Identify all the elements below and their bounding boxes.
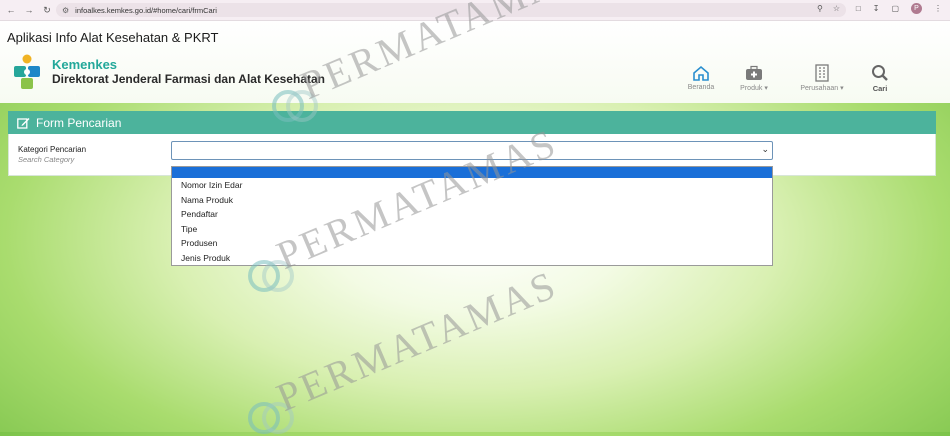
browser-menu-icon[interactable]: ⋮ — [934, 4, 942, 13]
field-sublabel: Search Category — [18, 155, 75, 164]
address-bar[interactable]: ⚙ infoalkes.kemkes.go.id/#home/cari/frmC… — [56, 3, 846, 17]
nav-produk[interactable]: Produk ▾ — [732, 63, 776, 92]
reload-icon[interactable]: ↻ — [40, 3, 54, 17]
watermark-text: PERMATAMAS — [270, 261, 564, 421]
caret-down-icon: ▾ — [840, 85, 844, 92]
app-title: Aplikasi Info Alat Kesehatan & PKRT — [7, 30, 219, 45]
site-info-icon[interactable]: ⚙ — [62, 6, 69, 15]
category-options-list: Nomor Izin Edar Nama Produk Pendaftar Ti… — [171, 166, 773, 266]
form-title: Form Pencarian — [36, 115, 122, 130]
option-tipe[interactable]: Tipe — [172, 222, 772, 237]
download-icon[interactable]: ↧ — [873, 4, 880, 13]
option-nomor-izin-edar[interactable]: Nomor Izin Edar — [172, 178, 772, 193]
option-nama-produk[interactable]: Nama Produk — [172, 193, 772, 208]
chevron-down-icon: ⌄ — [761, 144, 769, 154]
watermark-rings-icon — [248, 402, 294, 434]
edit-icon — [17, 117, 30, 129]
medkit-icon — [732, 63, 776, 83]
nav-label: Cari — [872, 84, 888, 93]
forward-icon[interactable]: → — [22, 3, 36, 17]
site-header: Aplikasi Info Alat Kesehatan & PKRT Keme… — [0, 21, 950, 103]
category-select[interactable]: ⌄ — [171, 141, 773, 160]
nav-cari[interactable]: Cari — [865, 63, 895, 93]
nav-label: Produk — [740, 85, 763, 92]
building-icon — [794, 63, 850, 83]
url-text: infoalkes.kemkes.go.id/#home/cari/frmCar… — [75, 5, 217, 15]
back-icon[interactable]: ← — [4, 3, 18, 17]
brand-name: Kemenkes — [52, 57, 118, 72]
caret-down-icon: ▾ — [764, 85, 768, 92]
home-icon — [681, 63, 721, 83]
browser-toolbar: ← → ↻ ⚙ infoalkes.kemkes.go.id/#home/car… — [0, 0, 950, 21]
form-header: Form Pencarian — [8, 111, 936, 134]
option-empty[interactable] — [172, 167, 772, 178]
nav-label: Beranda — [687, 84, 715, 91]
option-produsen[interactable]: Produsen — [172, 236, 772, 251]
option-jenis-produk[interactable]: Jenis Produk — [172, 251, 772, 266]
brand-subtitle: Direktorat Jenderal Farmasi dan Alat Kes… — [52, 72, 325, 86]
extension-badge-icon[interactable]: ▢ — [891, 4, 899, 13]
field-label: Kategori Pencarian — [18, 145, 87, 154]
search-icon — [865, 63, 895, 83]
profile-avatar[interactable]: P — [911, 3, 922, 14]
bookmark-star-icon[interactable]: ☆ — [833, 4, 840, 13]
nav-label: Perusahaan — [800, 85, 839, 92]
nav-perusahaan[interactable]: Perusahaan ▾ — [794, 63, 850, 92]
zoom-icon[interactable]: ⚲ — [817, 4, 823, 13]
kemenkes-logo — [14, 54, 40, 89]
nav-beranda[interactable]: Beranda — [681, 63, 721, 91]
option-pendaftar[interactable]: Pendaftar — [172, 207, 772, 222]
extensions-icon[interactable]: □ — [856, 4, 861, 13]
